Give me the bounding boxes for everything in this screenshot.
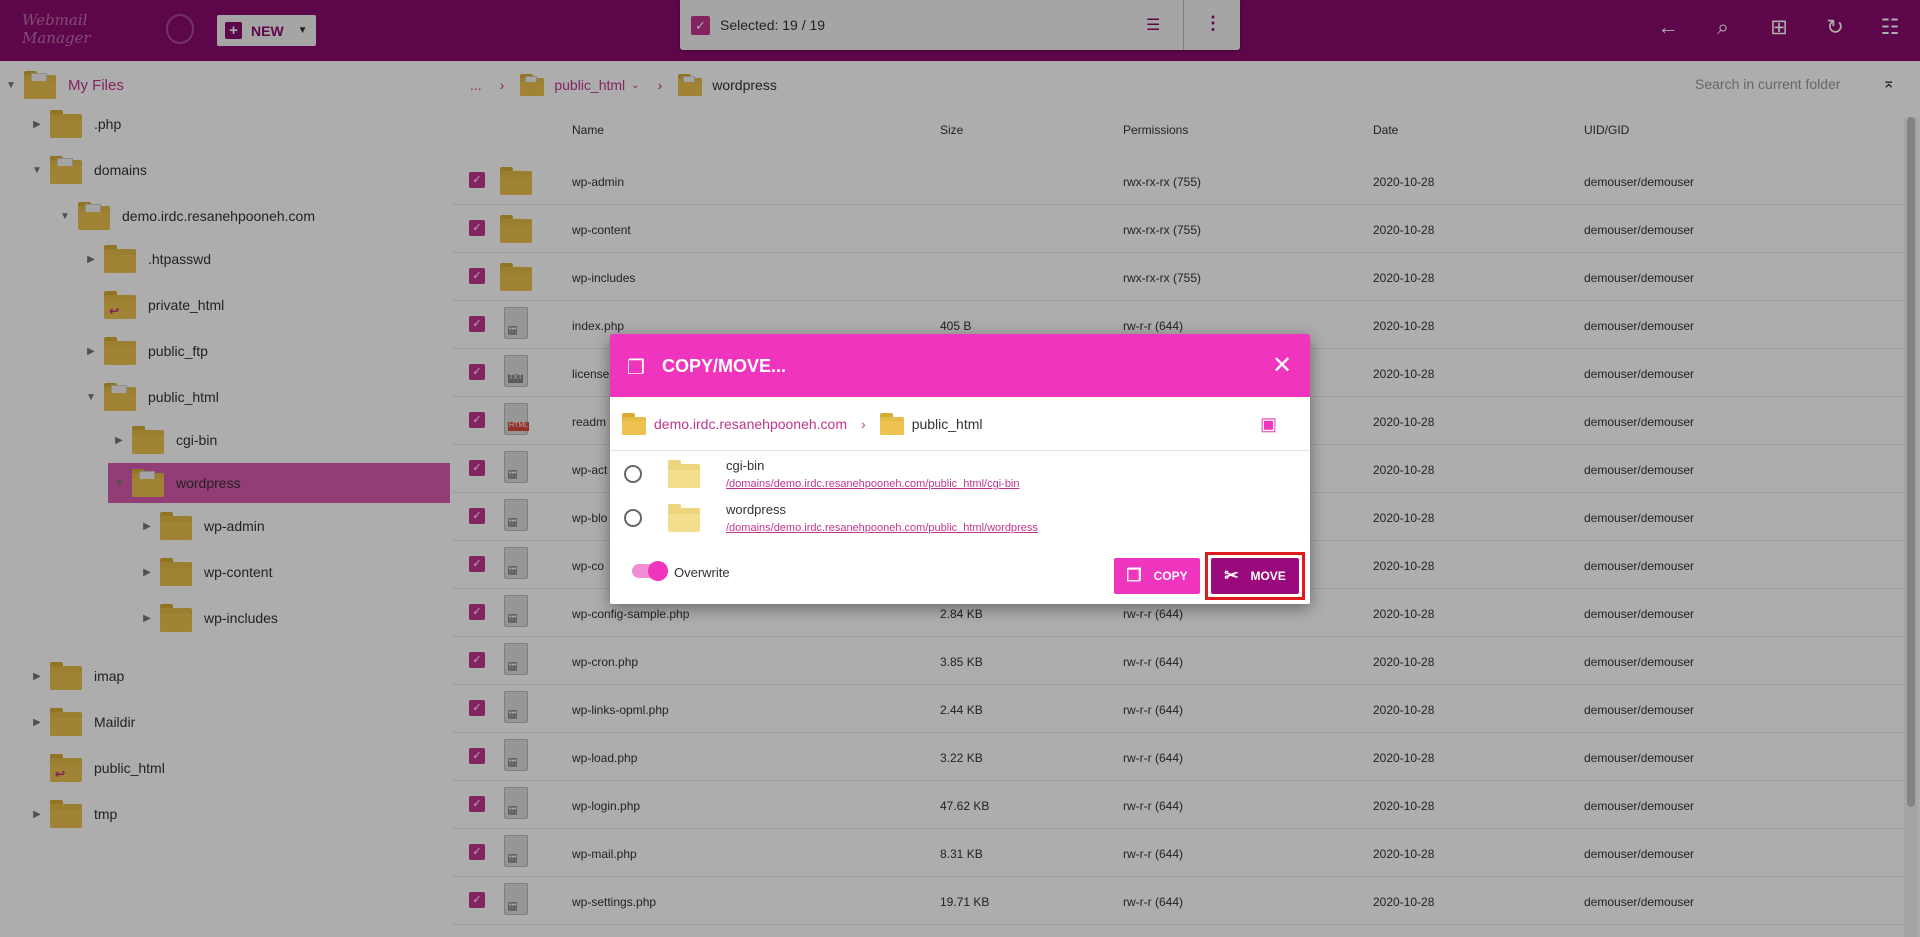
destination-item[interactable]: cgi-bin /domains/demo.irdc.resanehpooneh… [610, 452, 1310, 496]
destination-radio[interactable] [624, 465, 642, 483]
new-folder-icon[interactable]: ▣ [1260, 414, 1277, 435]
copy-icon: ❐ [1126, 566, 1142, 585]
close-icon[interactable]: ✕ [1272, 351, 1292, 380]
folder-icon [668, 504, 700, 532]
dialog-breadcrumb: demo.irdc.resanehpooneh.com › public_htm… [610, 397, 1310, 451]
destination-item[interactable]: wordpress /domains/demo.irdc.resanehpoon… [610, 496, 1310, 540]
destination-radio[interactable] [624, 509, 642, 527]
folder-icon [879, 412, 904, 435]
move-button-highlight: ✂ MOVE [1205, 552, 1305, 600]
copy-button[interactable]: ❐ COPY [1114, 558, 1200, 594]
destination-path-link[interactable]: /domains/demo.irdc.resanehpooneh.com/pub… [726, 522, 1038, 534]
dialog-breadcrumb-item[interactable]: demo.irdc.resanehpooneh.com [654, 416, 847, 432]
dialog-breadcrumb-current: public_html [911, 415, 983, 432]
folder-icon [622, 412, 646, 435]
copy-icon: ❐ [627, 357, 645, 379]
dialog-title: COPY/MOVE... [662, 356, 787, 376]
dialog-header: ❐ COPY/MOVE... ✕ [610, 334, 1310, 397]
move-button[interactable]: ✂ MOVE [1211, 558, 1299, 594]
copy-move-dialog: ❐ COPY/MOVE... ✕ demo.irdc.resanehpooneh… [610, 334, 1310, 604]
overwrite-label: Overwrite [674, 565, 730, 580]
folder-icon [668, 460, 700, 488]
scissors-icon: ✂ [1224, 566, 1239, 585]
destination-path-link[interactable]: /domains/demo.irdc.resanehpooneh.com/pub… [726, 478, 1020, 490]
chevron-right-icon: › [861, 415, 866, 432]
overwrite-toggle[interactable] [632, 561, 668, 581]
